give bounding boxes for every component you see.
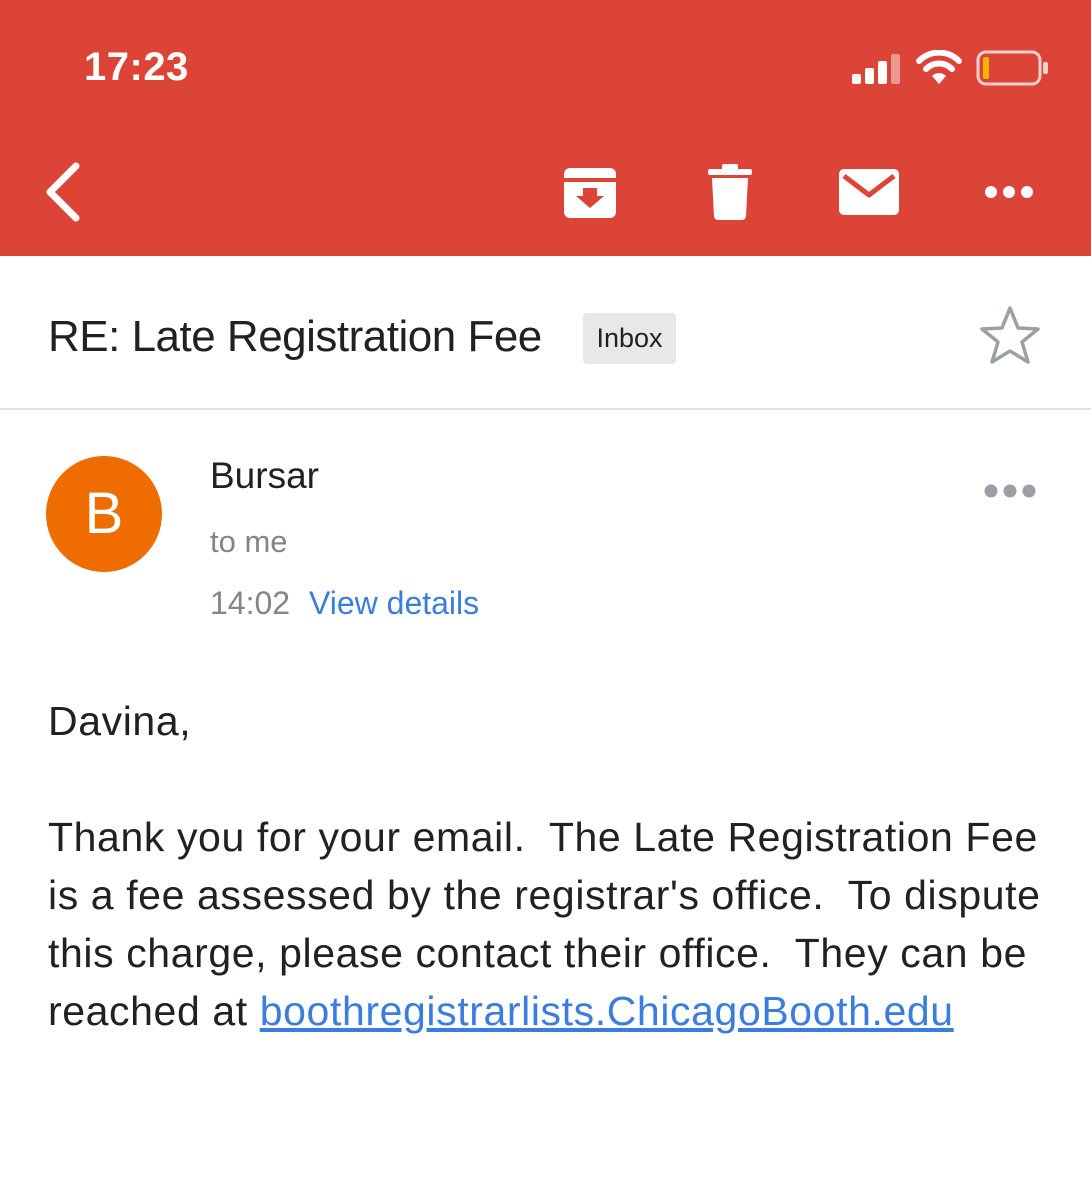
- email-paragraph: Thank you for your email. The Late Regis…: [48, 808, 1048, 1040]
- wifi-icon: [916, 50, 962, 84]
- more-horizontal-icon: [984, 484, 1036, 498]
- back-arrow-icon: [46, 162, 80, 222]
- cellular-signal-icon: [852, 54, 900, 84]
- inbox-label-chip: Inbox: [583, 313, 676, 364]
- delete-button[interactable]: [706, 164, 754, 220]
- star-button[interactable]: [978, 304, 1042, 368]
- email-subject: RE: Late Registration Fee: [48, 312, 542, 361]
- email-body: Davina, Thank you for your email. The La…: [48, 692, 1048, 1040]
- view-details-link[interactable]: View details: [309, 585, 479, 621]
- recipient-text: to me: [210, 524, 288, 559]
- archive-button[interactable]: [562, 166, 618, 220]
- message-more-button[interactable]: [982, 474, 1038, 508]
- received-time: 14:02: [210, 585, 291, 621]
- status-time: 17:23: [84, 45, 189, 89]
- mark-unread-button[interactable]: [838, 168, 900, 216]
- back-button[interactable]: [38, 160, 88, 224]
- archive-icon: [564, 168, 616, 218]
- app-header: 17:23: [0, 0, 1091, 256]
- email-salutation: Davina,: [48, 698, 192, 744]
- more-options-button[interactable]: [984, 180, 1034, 204]
- subject-row: RE: Late Registration Fee Inbox: [0, 256, 1091, 410]
- battery-low-icon: [976, 50, 1048, 86]
- sender-avatar[interactable]: B: [46, 456, 162, 572]
- time-row: 14:02 View details: [210, 582, 479, 624]
- trash-icon: [708, 164, 752, 220]
- registrar-email-link[interactable]: boothregistrarlists.ChicagoBooth.edu: [260, 988, 954, 1034]
- star-icon: [980, 306, 1040, 364]
- more-horizontal-icon: [985, 186, 1033, 198]
- sender-name: Bursar: [210, 455, 319, 496]
- envelope-icon: [839, 169, 899, 215]
